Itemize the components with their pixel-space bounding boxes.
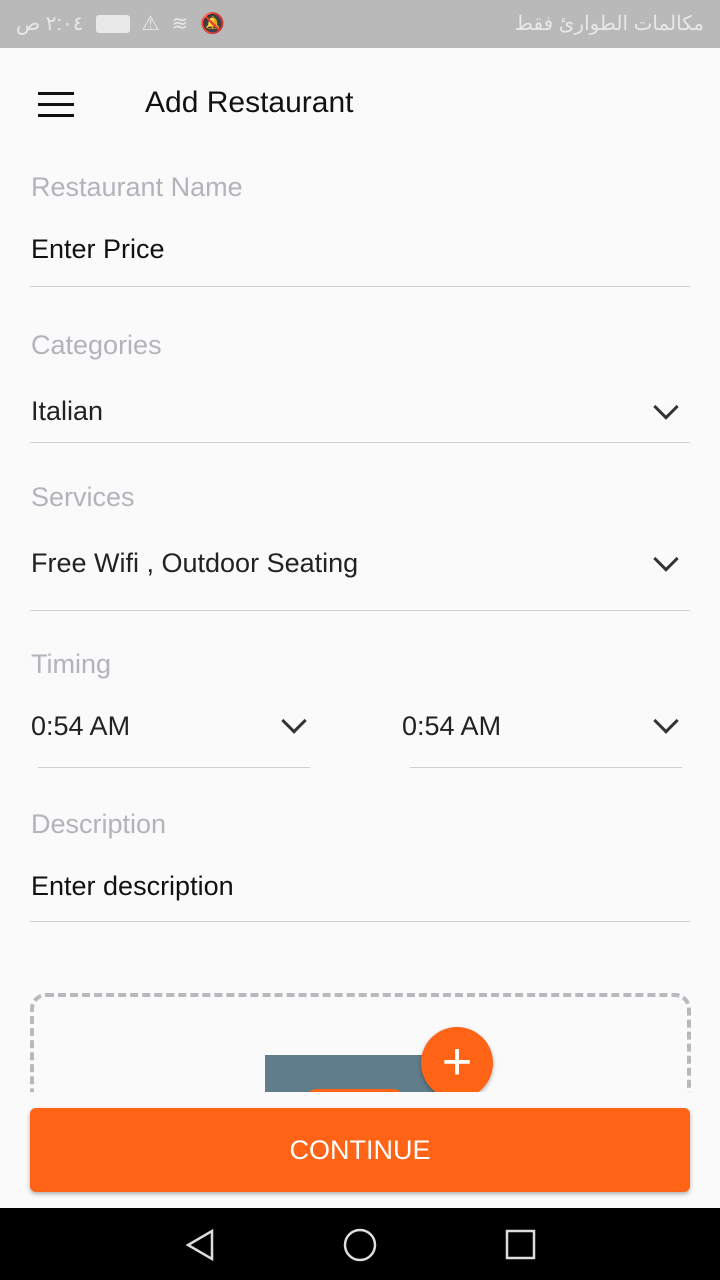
chevron-down-icon[interactable] (653, 394, 679, 420)
divider (30, 286, 690, 287)
description-input[interactable]: Enter description (31, 871, 234, 902)
divider (410, 767, 682, 768)
divider (30, 921, 690, 922)
services-dropdown[interactable]: Free Wifi , Outdoor Seating (31, 548, 358, 579)
back-icon[interactable] (184, 1228, 216, 1267)
battery-icon (95, 14, 130, 33)
clock: ٢:٠٤ ص (16, 13, 84, 35)
status-bar: ٢:٠٤ ص ⚠ ≋ 🔕 مكالمات الطوارئ فقط (0, 0, 720, 48)
mute-icon: 🔕 (200, 13, 226, 35)
chevron-down-icon[interactable] (281, 708, 307, 734)
image-placeholder (265, 1055, 435, 1095)
add-image-button[interactable]: + (421, 1027, 493, 1099)
page-title: Add Restaurant (145, 86, 354, 119)
continue-button[interactable]: CONTINUE (30, 1108, 690, 1192)
navigation-bar (0, 1208, 720, 1280)
categories-label: Categories (31, 330, 162, 360)
sim-alert-icon: ⚠ (141, 13, 160, 35)
categories-dropdown[interactable]: Italian (31, 396, 103, 427)
app-bar: Add Restaurant (0, 48, 720, 160)
description-label: Description (31, 809, 167, 839)
carrier-text: مكالمات الطوارئ فقط (514, 13, 704, 35)
divider (38, 767, 310, 768)
home-icon[interactable] (343, 1228, 377, 1267)
divider (30, 610, 690, 611)
chevron-down-icon[interactable] (653, 546, 679, 572)
recents-icon[interactable] (505, 1228, 537, 1267)
restaurant-name-label: Restaurant Name (31, 172, 243, 202)
wifi-icon: ≋ (171, 13, 189, 35)
chevron-down-icon[interactable] (653, 708, 679, 734)
menu-icon[interactable] (38, 92, 74, 118)
services-label: Services (31, 482, 135, 512)
end-time-dropdown[interactable]: 0:54 AM (402, 711, 501, 742)
timing-label: Timing (31, 649, 112, 679)
start-time-dropdown[interactable]: 0:54 AM (31, 711, 130, 742)
divider (30, 442, 690, 443)
plus-icon: + (441, 1033, 473, 1091)
restaurant-name-input[interactable]: Enter Price (31, 234, 165, 265)
